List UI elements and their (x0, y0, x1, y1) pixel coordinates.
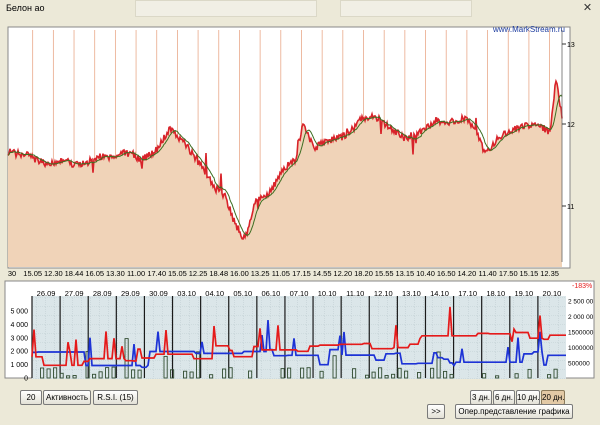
date-tick: 18.10 (486, 289, 505, 298)
date-tick: 12.10 (374, 289, 393, 298)
date-tick: 17.10 (458, 289, 477, 298)
left-axis-tick: 5 000 (10, 309, 28, 316)
date-tick: 26.09 (37, 289, 56, 298)
watermark-link[interactable]: www.MarkStream.ru (492, 25, 565, 34)
price-x-tick: 18.20 (354, 269, 373, 278)
price-x-tick: 14.20 (457, 269, 476, 278)
price-x-tick: 11.05 (272, 269, 290, 278)
date-tick: 06.10 (262, 289, 281, 298)
price-y-tick: 12 (567, 122, 575, 129)
range-20-days-button[interactable]: 20 дн. (541, 390, 565, 405)
price-x-tick: 16.50 (437, 269, 456, 278)
date-tick: 11.10 (346, 289, 364, 298)
left-axis-tick: 0 (24, 376, 28, 383)
price-x-tick: 13.25 (251, 269, 270, 278)
price-x-tick: 17.40 (147, 269, 166, 278)
right-axis-tick: 2 500 00 (568, 299, 594, 306)
date-tick: 27.09 (65, 289, 84, 298)
price-x-tick: 10.40 (416, 269, 435, 278)
price-x-tick: 15.05 (23, 269, 42, 278)
price-x-tick: 14.55 (313, 269, 332, 278)
chart-area: www.MarkStream.ru 13 12 11 30 15.05 12.30 1… (4, 25, 595, 383)
background-window-tab (135, 0, 317, 17)
date-tick: 13.10 (402, 289, 421, 298)
right-axis-tick: 2 000 00 (568, 314, 594, 321)
price-x-tick: 17.15 (292, 269, 311, 278)
right-axis-tick: 1500000 (568, 330, 594, 337)
price-x-tick: 18.44 (65, 269, 84, 278)
activity-button[interactable]: Активность (43, 390, 91, 405)
price-x-tick: 13.15 (395, 269, 414, 278)
date-tick: 19.10 (514, 289, 533, 298)
price-x-tick: 12.30 (44, 269, 63, 278)
date-tick: 10.10 (318, 289, 337, 298)
date-tick: 14.10 (430, 289, 449, 298)
price-x-tick: 17.50 (499, 269, 518, 278)
range-6-days-button[interactable]: 6 дн. (493, 390, 515, 405)
title-bar: Белон ао ✕ (0, 0, 600, 19)
chart-view-button[interactable]: Опер.представление графика (455, 404, 573, 419)
price-x-tick: 11.00 (127, 269, 145, 278)
price-x-tick: 11.40 (478, 269, 496, 278)
right-axis-tick: 1000000 (568, 345, 594, 352)
range-3-days-button[interactable]: 3 дн. (470, 390, 492, 405)
price-x-tick: 16.00 (230, 269, 249, 278)
date-tick: 20.10 (543, 289, 562, 298)
date-tick: 03.10 (177, 289, 196, 298)
left-axis-tick: 4 000 (10, 322, 28, 329)
date-tick: 05.10 (233, 289, 252, 298)
percent-label: -183% (572, 283, 592, 290)
price-x-tick: 15.05 (168, 269, 187, 278)
left-axis-tick: 3 000 (10, 335, 28, 342)
range-10-days-button[interactable]: 10 дн. (516, 390, 540, 405)
price-x-tick: 15.55 (375, 269, 394, 278)
background-window-tab (340, 0, 472, 17)
price-x-tick: 13.30 (106, 269, 125, 278)
price-x-tick: 12.35 (540, 269, 559, 278)
price-x-tick: 15.15 (520, 269, 539, 278)
left-axis-tick: 2 000 (10, 349, 28, 356)
right-axis-tick: 500000 (568, 361, 590, 368)
close-button[interactable]: ✕ (580, 1, 595, 15)
date-tick: 28.09 (93, 289, 112, 298)
date-tick: 30.09 (149, 289, 168, 298)
price-y-tick: 13 (567, 42, 575, 49)
date-tick: 04.10 (205, 289, 224, 298)
indicator-grid (32, 296, 566, 379)
price-x-tick: 18.48 (209, 269, 228, 278)
forward-button[interactable]: >> (427, 404, 445, 419)
period-button[interactable]: 20 (20, 390, 42, 405)
price-x-tick: 12.20 (333, 269, 352, 278)
price-x-tick: 12.25 (189, 269, 208, 278)
price-y-tick: 11 (567, 204, 574, 211)
rsi-button[interactable]: R.S.I. (15) (93, 390, 138, 405)
price-x-tick: 16.05 (85, 269, 104, 278)
window-title: Белон ао (6, 3, 45, 13)
price-x-tick: 30 (8, 269, 16, 278)
price-x-axis: 30 15.05 12.30 18.44 16.05 13.30 11.00 17.40 15.… (8, 269, 559, 278)
date-tick: 07.10 (290, 289, 309, 298)
left-axis-tick: 1 000 (10, 362, 28, 369)
date-tick: 29.09 (121, 289, 140, 298)
